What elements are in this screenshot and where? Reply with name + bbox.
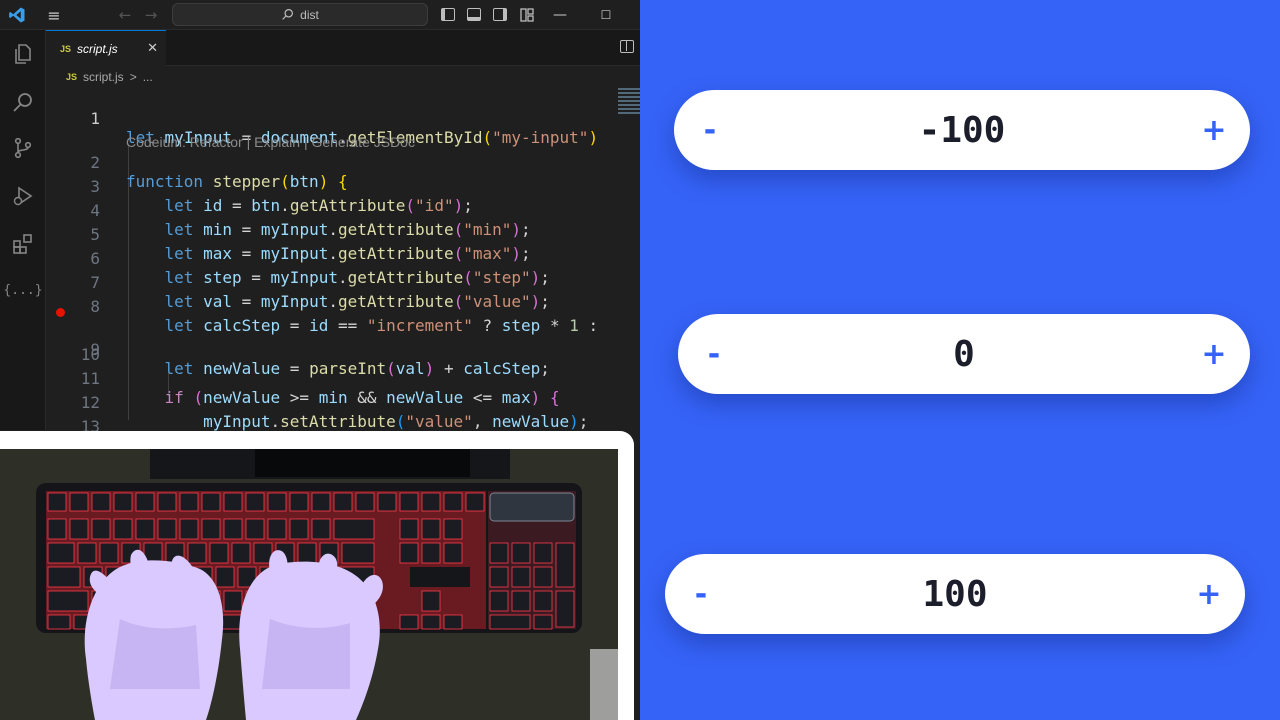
decrement-button[interactable]: - [671,554,731,634]
keyboard-hands-photo [0,449,618,720]
split-editor-icon[interactable] [620,40,634,53]
stepper-value[interactable]: 0 [748,314,1180,394]
number-stepper: - 0 + [678,314,1250,394]
breadcrumb-more[interactable]: ... [143,70,153,84]
title-bar: ≡ ← → dist — ☐ [0,0,640,30]
increment-button[interactable]: + [1179,554,1239,634]
number-stepper: - 100 + [665,554,1245,634]
forward-arrow-icon[interactable]: → [140,0,162,30]
extensions-icon[interactable] [0,224,46,264]
breadcrumb-file[interactable]: script.js [83,70,124,84]
source-control-icon[interactable] [0,128,46,168]
minimize-icon[interactable]: — [548,0,572,30]
close-tab-icon[interactable]: ✕ [147,41,158,56]
run-debug-icon[interactable] [0,176,46,216]
decrement-button[interactable]: - [684,314,744,394]
toggle-panel-icon[interactable] [467,8,481,21]
tab-label: script.js [77,41,118,56]
search-icon[interactable] [0,82,46,122]
explorer-icon[interactable] [0,34,46,74]
activity-bar: {...} [0,30,46,430]
js-file-icon: JS [66,72,78,82]
search-label: dist [300,7,319,22]
number-stepper: - -100 + [674,90,1250,170]
breadcrumb: JS script.js > ... [46,66,640,88]
search-icon [282,9,294,20]
toggle-secondary-sidebar-icon[interactable] [493,8,507,21]
increment-button[interactable]: + [1184,90,1244,170]
decrement-button[interactable]: - [680,90,740,170]
code-editor[interactable]: 1 let myInput = document.getElementById(… [46,88,640,433]
command-center-search[interactable]: dist [172,3,428,26]
editor-tab-bar: JS script.js ✕ [46,30,640,66]
tab-script-js[interactable]: JS script.js ✕ [46,30,166,66]
breakpoint-icon[interactable] [56,308,65,317]
customize-layout-icon[interactable] [516,0,538,30]
browser-preview: - -100 + - 0 + - 100 + [640,0,1280,720]
maximize-icon[interactable]: ☐ [594,0,618,30]
increment-button[interactable]: + [1184,314,1244,394]
json-braces-icon[interactable]: {...} [0,270,46,310]
js-file-icon: JS [60,43,72,54]
vscode-logo-icon [0,0,34,30]
stepper-value[interactable]: 100 [735,554,1175,634]
stepper-value[interactable]: -100 [744,90,1180,170]
breadcrumb-separator: > [129,70,137,84]
back-arrow-icon[interactable]: ← [114,0,136,30]
toggle-primary-sidebar-icon[interactable] [441,8,455,21]
minimap[interactable] [618,88,640,114]
hamburger-menu-icon[interactable]: ≡ [40,0,68,30]
webcam-overlay [0,431,634,720]
